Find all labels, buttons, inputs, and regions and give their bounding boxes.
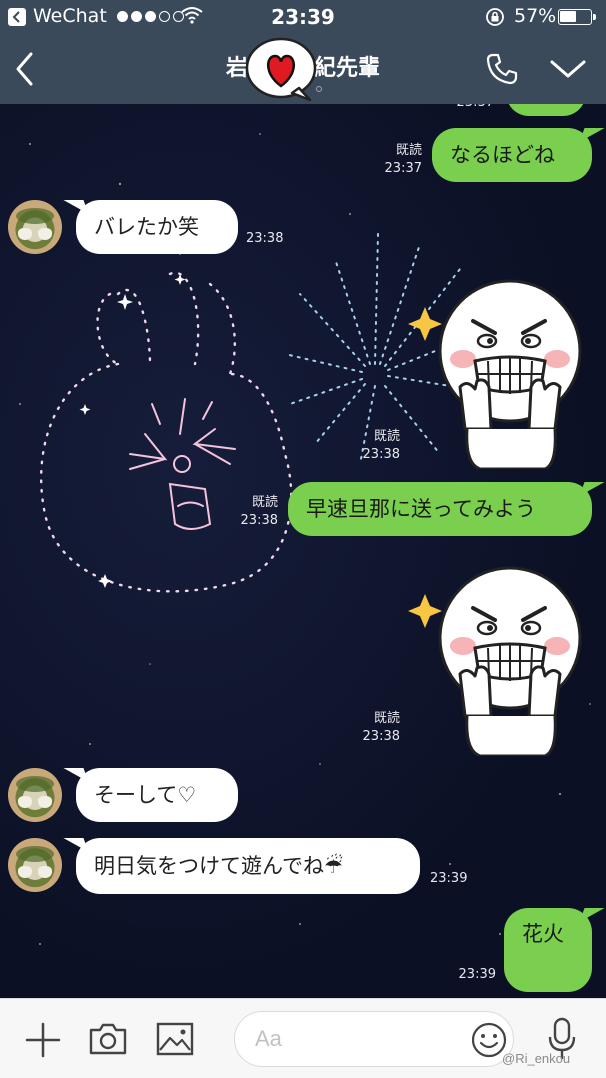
message-input[interactable] [255,1022,455,1056]
rotation-lock-icon [486,8,504,26]
message-bubble-outgoing[interactable]: 早速旦那に送ってみよう [288,482,592,536]
message-text: 花火 [522,922,564,946]
avatar[interactable] [8,768,62,822]
message-bubble-outgoing[interactable]: 花火 [504,908,592,992]
read-label: 既読 [251,495,278,510]
heart-speech-bubble-icon [245,37,317,102]
read-receipt: 既読 23:38 [350,428,400,464]
message-time: 23:38 [246,231,284,246]
read-label: 既読 [373,429,400,444]
read-receipt: 既読 23:38 [350,710,400,746]
chat-area[interactable]: 23:37 既読 23:37 なるほどね バレたか笑 23:38 既読 23:3… [0,104,606,998]
plus-icon[interactable] [24,1021,62,1059]
message-time: 23:37 [452,104,494,112]
image-icon[interactable] [156,1021,194,1057]
read-label: 既読 [373,711,400,726]
message-time: 23:38 [240,513,278,528]
message-bubble-incoming[interactable]: そーして♡ [76,768,238,822]
grinning-face-sticker[interactable] [405,269,595,469]
message-time: 23:39 [430,871,468,886]
message-time: 23:39 [458,967,496,982]
read-receipt: 既読 23:37 [378,142,422,178]
status-bar: WeChat 23:39 57% [0,0,606,34]
read-label: 既読 [395,143,422,158]
avatar[interactable] [8,838,62,892]
message-bubble-incoming[interactable]: バレたか笑 [76,200,238,254]
watermark: @Ri_enkou [502,1051,571,1066]
avatar[interactable] [8,200,62,254]
grinning-face-sticker[interactable] [405,556,595,756]
battery-icon [558,9,596,25]
input-bar: @Ri_enkou [0,998,606,1078]
chat-header: 岩 紀先輩 [0,34,606,104]
message-time: 23:38 [362,447,400,462]
message-time: 23:38 [362,729,400,744]
message-input-field[interactable] [234,1011,514,1067]
message-bubble-incoming[interactable]: 明日気をつけて遊んでね☔ [76,838,420,894]
read-receipt: 既読 23:38 [230,494,278,530]
message-time: 23:37 [384,161,422,176]
message-bubble-outgoing[interactable]: なるほどね [432,128,592,182]
battery-percent: 57% [514,5,557,27]
page-indicator [316,86,322,92]
camera-icon[interactable] [88,1021,128,1057]
chevron-down-icon[interactable] [548,54,588,84]
phone-icon[interactable] [485,52,519,86]
